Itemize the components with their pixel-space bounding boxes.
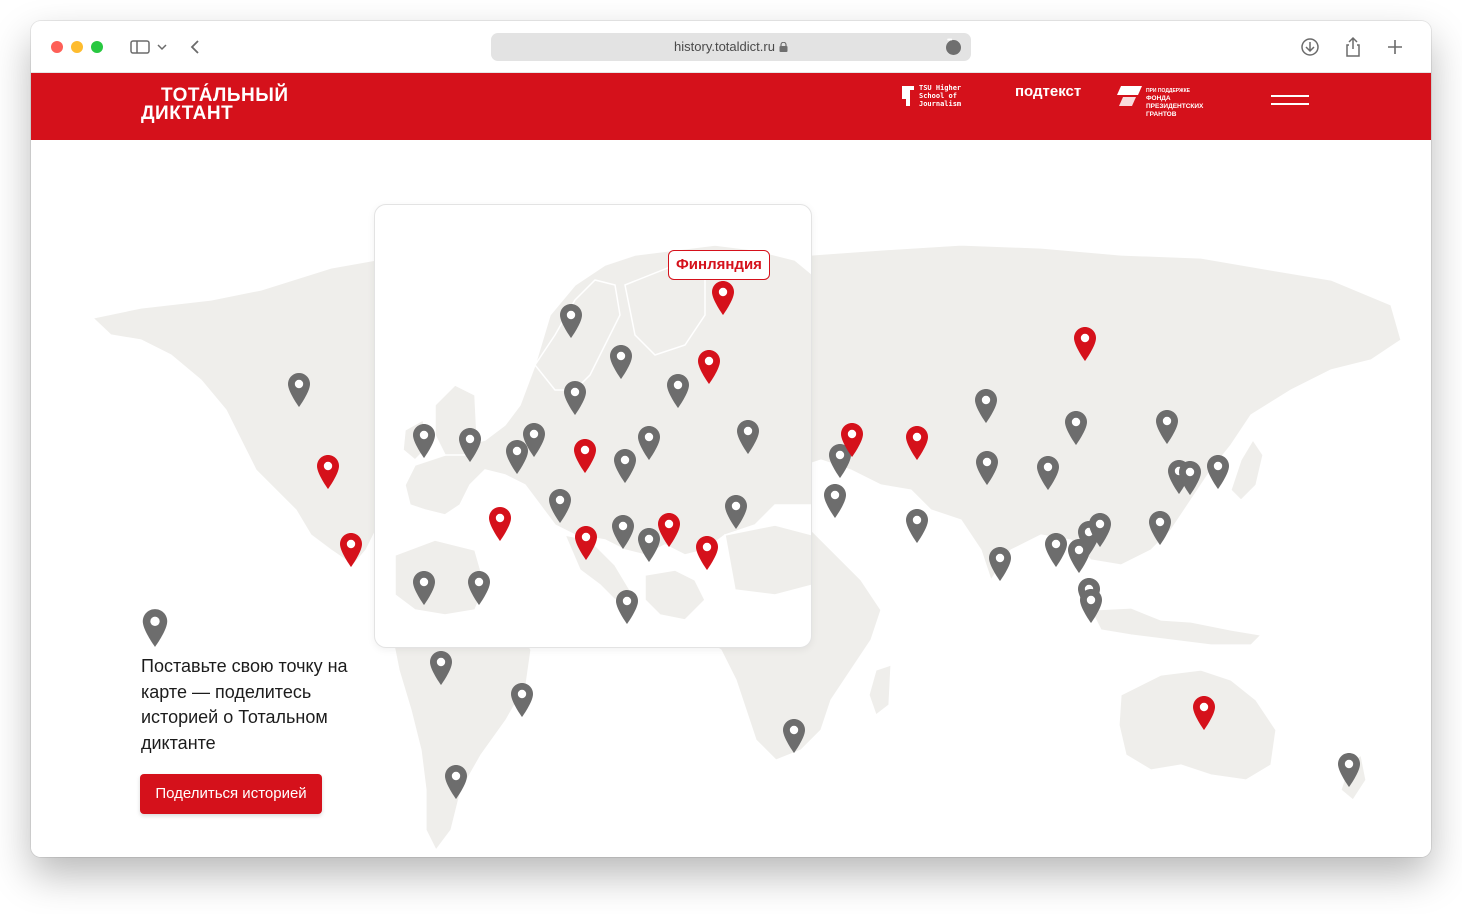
tsu-logo-text[interactable]: TSU Higher School of Journalism bbox=[919, 84, 989, 108]
story-pin-gray-icon[interactable] bbox=[510, 682, 534, 718]
story-pin-gray-icon[interactable] bbox=[1064, 410, 1088, 446]
story-pin-gray-icon[interactable] bbox=[1079, 588, 1103, 624]
page-menu-icon[interactable] bbox=[946, 37, 961, 55]
story-pin-gray-icon[interactable] bbox=[1088, 512, 1112, 548]
story-pin-gray-icon[interactable] bbox=[412, 570, 436, 606]
story-pin-red-icon[interactable] bbox=[695, 535, 719, 571]
story-pin-gray-icon[interactable] bbox=[505, 439, 529, 475]
story-pin-gray-icon[interactable] bbox=[1036, 455, 1060, 491]
lock-icon bbox=[779, 42, 788, 52]
download-icon[interactable] bbox=[1299, 35, 1321, 59]
story-pin-gray-icon[interactable] bbox=[974, 388, 998, 424]
story-pin-gray-icon[interactable] bbox=[637, 425, 661, 461]
url-label: history.totaldict.ru bbox=[674, 39, 775, 54]
story-pin-red-icon[interactable] bbox=[574, 525, 598, 561]
fond-small-text: ПРИ ПОДДЕРЖКЕ bbox=[1146, 88, 1190, 94]
close-window-button[interactable] bbox=[51, 41, 63, 53]
tsu-logo-icon bbox=[902, 86, 914, 106]
story-pin-red-icon[interactable] bbox=[573, 438, 597, 474]
indonesia bbox=[1090, 607, 1263, 646]
site-header: ТОТА́ЛЬНЫЙ ДИКТАНТ TSU Higher School of … bbox=[31, 73, 1431, 140]
story-pin-gray-icon[interactable] bbox=[444, 764, 468, 800]
story-pin-gray-icon[interactable] bbox=[1044, 532, 1068, 568]
fond-logo-text[interactable]: ПРИ ПОДДЕРЖКЕ ФОНДА ПРЕЗИДЕНТСКИХ ГРАНТО… bbox=[1146, 87, 1226, 119]
story-pin-gray-icon[interactable] bbox=[823, 483, 847, 519]
story-pin-gray-icon[interactable] bbox=[666, 373, 690, 409]
story-pin-gray-icon[interactable] bbox=[724, 494, 748, 530]
story-pin-red-icon[interactable] bbox=[711, 280, 735, 316]
story-pin-gray-icon[interactable] bbox=[782, 718, 806, 754]
new-tab-icon[interactable] bbox=[1385, 35, 1405, 59]
fond-logo-icon bbox=[1117, 86, 1142, 106]
sidebar-toggle-icon[interactable] bbox=[129, 35, 151, 59]
story-pin-gray-icon[interactable] bbox=[1155, 409, 1179, 445]
maximize-window-button[interactable] bbox=[91, 41, 103, 53]
story-pin-gray-icon[interactable] bbox=[611, 514, 635, 550]
madagascar bbox=[868, 664, 892, 716]
tooltip-label: Финляндия bbox=[676, 256, 762, 273]
story-pin-red-icon[interactable] bbox=[339, 532, 363, 568]
story-pin-red-icon[interactable] bbox=[697, 349, 721, 385]
story-pin-gray-icon[interactable] bbox=[1178, 460, 1202, 496]
story-pin-gray-icon[interactable] bbox=[458, 427, 482, 463]
story-pin-red-icon[interactable] bbox=[1192, 695, 1216, 731]
story-pin-gray-icon[interactable] bbox=[988, 546, 1012, 582]
story-pin-gray-icon[interactable] bbox=[559, 303, 583, 339]
share-story-button[interactable]: Поделиться историей bbox=[140, 774, 322, 814]
podtekst-logo[interactable]: подтекст bbox=[1015, 84, 1081, 99]
story-pin-gray-icon[interactable] bbox=[1337, 752, 1361, 788]
story-pin-gray-icon[interactable] bbox=[905, 508, 929, 544]
story-pin-gray-icon[interactable] bbox=[736, 419, 760, 455]
story-pin-gray-icon[interactable] bbox=[467, 570, 491, 606]
story-pin-gray-icon[interactable] bbox=[412, 423, 436, 459]
balkans-greece bbox=[644, 569, 706, 621]
story-pin-gray-icon[interactable] bbox=[1067, 538, 1091, 574]
url-text: history.totaldict.ru bbox=[491, 33, 971, 61]
story-pin-gray-icon[interactable] bbox=[609, 344, 633, 380]
turkey bbox=[724, 524, 811, 596]
story-pin-gray-icon[interactable] bbox=[548, 488, 572, 524]
story-pin-red-icon[interactable] bbox=[840, 422, 864, 458]
logo-line2: ДИКТАНТ bbox=[141, 103, 234, 124]
story-pin-red-icon[interactable] bbox=[657, 512, 681, 548]
story-pin-gray-icon[interactable] bbox=[429, 650, 453, 686]
story-pin-gray-icon[interactable] bbox=[975, 450, 999, 486]
chevron-down-icon[interactable] bbox=[155, 35, 169, 59]
japan bbox=[1230, 438, 1264, 501]
hamburger-menu-icon[interactable] bbox=[1271, 95, 1309, 107]
site-logo[interactable]: ТОТА́ЛЬНЫЙ ДИКТАНТ bbox=[139, 83, 319, 129]
story-pin-gray-icon[interactable] bbox=[1206, 454, 1230, 490]
browser-titlebar: history.totaldict.ru bbox=[31, 21, 1431, 73]
story-pin-gray-icon[interactable] bbox=[1148, 510, 1172, 546]
cta-description: Поставьте свою точку на карте — поделите… bbox=[141, 656, 348, 753]
story-pin-gray-icon[interactable] bbox=[613, 448, 637, 484]
location-pin-icon bbox=[142, 609, 168, 647]
share-icon[interactable] bbox=[1343, 35, 1363, 59]
back-icon[interactable] bbox=[185, 35, 205, 59]
story-pin-red-icon[interactable] bbox=[488, 506, 512, 542]
story-pin-red-icon[interactable] bbox=[1073, 326, 1097, 362]
story-pin-red-icon[interactable] bbox=[905, 425, 929, 461]
minimize-window-button[interactable] bbox=[71, 41, 83, 53]
story-pin-gray-icon[interactable] bbox=[615, 589, 639, 625]
country-tooltip: Финляндия bbox=[668, 250, 770, 280]
map-section: Финляндия Поставьте свою точку на карте … bbox=[31, 140, 1431, 857]
address-bar[interactable]: history.totaldict.ru bbox=[491, 33, 971, 61]
story-pin-gray-icon[interactable] bbox=[287, 372, 311, 408]
story-pin-red-icon[interactable] bbox=[316, 454, 340, 490]
story-pin-gray-icon[interactable] bbox=[563, 380, 587, 416]
fond-main-text: ФОНДА ПРЕЗИДЕНТСКИХ ГРАНТОВ bbox=[1146, 95, 1204, 118]
browser-window: history.totaldict.ru ТОТА́ЛЬНЫЙ ДИКТАНТ … bbox=[31, 21, 1431, 857]
